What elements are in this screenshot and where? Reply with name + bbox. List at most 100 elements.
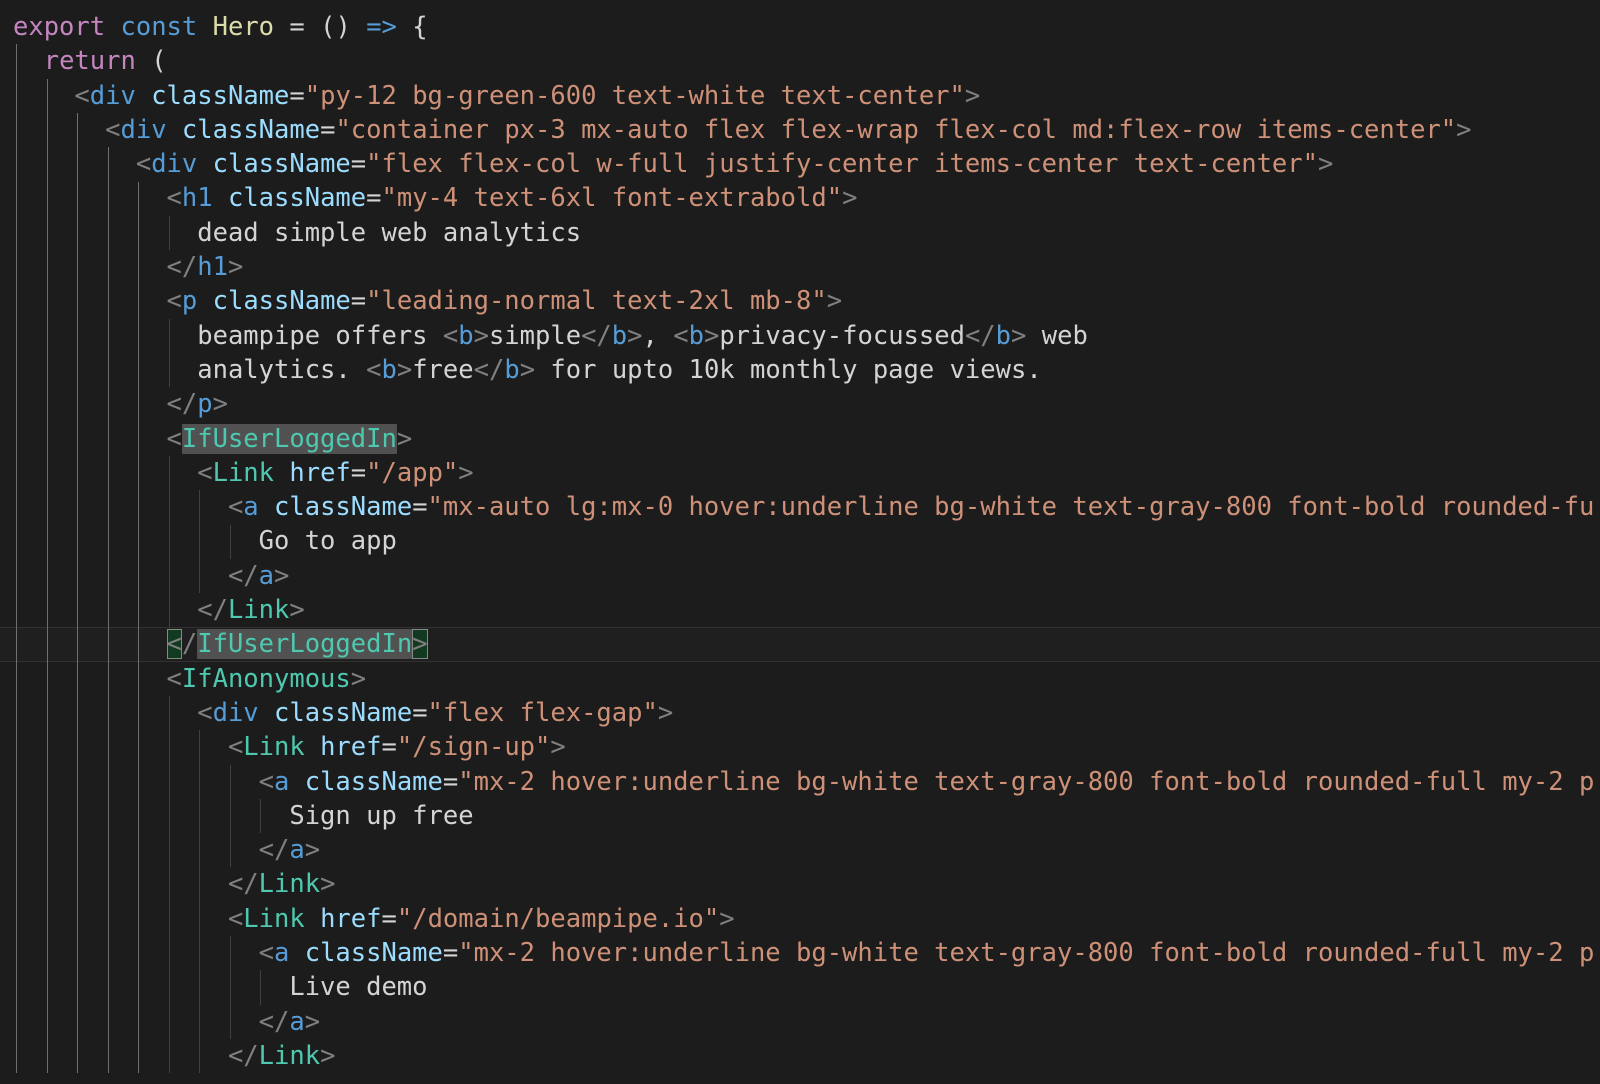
- code-token: a: [274, 938, 289, 968]
- code-line[interactable]: export const Hero = () => {: [13, 10, 1594, 44]
- code-line[interactable]: Sign up free: [13, 799, 1594, 833]
- code-token: =: [320, 115, 335, 145]
- code-token: >: [412, 629, 427, 659]
- code-token: IfAnonymous: [182, 664, 351, 694]
- line-indent: [13, 767, 259, 797]
- code-token: <: [197, 458, 212, 488]
- code-token: className: [213, 149, 351, 179]
- code-line[interactable]: <IfAnonymous>: [13, 662, 1594, 696]
- line-indent: [13, 492, 228, 522]
- code-token: Go to app: [259, 526, 397, 556]
- code-token: "flex flex-gap": [428, 698, 658, 728]
- code-line[interactable]: <a className="mx-2 hover:underline bg-wh…: [13, 765, 1594, 799]
- code-token: >: [827, 286, 842, 316]
- line-indent: [13, 1007, 259, 1037]
- code-token: "py-12 bg-green-600 text-white text-cent…: [305, 81, 965, 111]
- code-line[interactable]: <Link href="/app">: [13, 456, 1594, 490]
- code-line[interactable]: </a>: [13, 559, 1594, 593]
- code-token: className: [305, 767, 443, 797]
- code-token: <: [105, 115, 120, 145]
- code-line[interactable]: analytics. <b>free</b> for upto 10k mont…: [13, 353, 1594, 387]
- code-editor[interactable]: export const Hero = () => { return ( <di…: [0, 0, 1600, 1084]
- code-token: [259, 698, 274, 728]
- code-line[interactable]: Go to app: [13, 524, 1594, 558]
- code-line[interactable]: <a className="mx-2 hover:underline bg-wh…: [13, 936, 1594, 970]
- code-line[interactable]: <IfUserLoggedIn>: [13, 422, 1594, 456]
- code-token: [136, 46, 151, 76]
- code-token: "/domain/beampipe.io": [397, 904, 719, 934]
- code-line[interactable]: </Link>: [13, 1039, 1594, 1073]
- code-token: for upto 10k monthly page views.: [535, 355, 1042, 385]
- code-line[interactable]: </Link>: [13, 867, 1594, 901]
- code-token: =>: [366, 12, 397, 42]
- code-token: >: [305, 1007, 320, 1037]
- line-indent: [13, 526, 259, 556]
- code-token: {: [412, 12, 427, 42]
- code-token: =: [382, 904, 397, 934]
- code-line[interactable]: <p className="leading-normal text-2xl mb…: [13, 284, 1594, 318]
- code-token: </: [259, 1007, 290, 1037]
- code-token: >: [965, 81, 980, 111]
- line-indent: [13, 801, 289, 831]
- line-indent: [13, 561, 228, 591]
- code-token: [289, 938, 304, 968]
- code-line[interactable]: <div className="py-12 bg-green-600 text-…: [13, 79, 1594, 113]
- code-line[interactable]: </h1>: [13, 250, 1594, 284]
- code-token: >: [289, 595, 304, 625]
- line-indent: [13, 629, 167, 659]
- code-token: >: [842, 183, 857, 213]
- line-indent: [13, 904, 228, 934]
- code-line[interactable]: return (: [13, 44, 1594, 78]
- line-indent: [13, 115, 105, 145]
- code-line[interactable]: <div className="container px-3 mx-auto f…: [13, 113, 1594, 147]
- code-token: href: [289, 458, 350, 488]
- line-indent: [13, 424, 167, 454]
- code-token: Link: [228, 595, 289, 625]
- code-line[interactable]: </a>: [13, 1005, 1594, 1039]
- code-token: [105, 12, 120, 42]
- code-line[interactable]: </p>: [13, 387, 1594, 421]
- code-token: className: [274, 698, 412, 728]
- code-line[interactable]: <a className="mx-auto lg:mx-0 hover:unde…: [13, 490, 1594, 524]
- code-token: >: [550, 732, 565, 762]
- code-line[interactable]: <Link href="/domain/beampipe.io">: [13, 902, 1594, 936]
- code-token: =: [443, 767, 458, 797]
- code-token: b: [504, 355, 519, 385]
- code-token: =: [351, 149, 366, 179]
- code-line[interactable]: Live demo: [13, 970, 1594, 1004]
- code-line[interactable]: <div className="flex flex-gap">: [13, 696, 1594, 730]
- code-token: b: [458, 321, 473, 351]
- line-indent: [13, 149, 136, 179]
- code-token: Link: [213, 458, 274, 488]
- code-token: b: [996, 321, 1011, 351]
- code-line[interactable]: dead simple web analytics: [13, 216, 1594, 250]
- code-token: Live demo: [289, 972, 427, 1002]
- code-token: "container px-3 mx-auto flex flex-wrap f…: [335, 115, 1456, 145]
- code-line[interactable]: </IfUserLoggedIn>: [13, 627, 1594, 661]
- code-line[interactable]: <Link href="/sign-up">: [13, 730, 1594, 764]
- code-line[interactable]: <h1 className="my-4 text-6xl font-extrab…: [13, 181, 1594, 215]
- code-token: /: [182, 629, 197, 659]
- code-token: <: [673, 321, 688, 351]
- code-token: IfUserLoggedIn: [197, 629, 412, 659]
- code-token: div: [213, 698, 259, 728]
- code-token: return: [44, 46, 136, 76]
- code-line[interactable]: </a>: [13, 833, 1594, 867]
- code-token: "my-4 text-6xl font-extrabold": [382, 183, 843, 213]
- code-content[interactable]: export const Hero = () => { return ( <di…: [0, 0, 1594, 1073]
- line-indent: [13, 869, 228, 899]
- line-indent: [13, 389, 167, 419]
- code-token: IfUserLoggedIn: [182, 424, 397, 454]
- code-token: (: [151, 46, 166, 76]
- code-token: </: [167, 252, 198, 282]
- code-token: free: [412, 355, 473, 385]
- code-token: >: [351, 664, 366, 694]
- code-line[interactable]: beampipe offers <b>simple</b>, <b>privac…: [13, 319, 1594, 353]
- code-token: h1: [182, 183, 213, 213]
- code-token: [259, 492, 274, 522]
- code-token: <: [228, 492, 243, 522]
- code-line[interactable]: <div className="flex flex-col w-full jus…: [13, 147, 1594, 181]
- code-line[interactable]: </Link>: [13, 593, 1594, 627]
- line-indent: [13, 252, 167, 282]
- line-indent: [13, 835, 259, 865]
